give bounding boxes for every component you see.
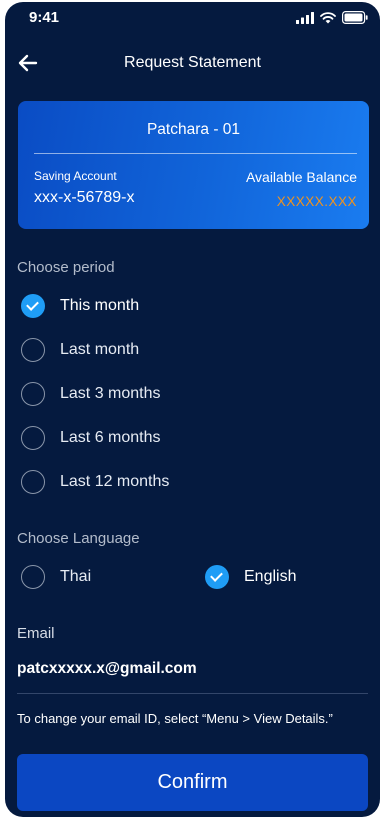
- language-option-label: Thai: [60, 568, 92, 585]
- period-option-last-6-months[interactable]: Last 6 months: [21, 424, 161, 452]
- language-option-english[interactable]: English: [205, 563, 296, 591]
- battery-icon: [342, 11, 368, 24]
- period-option-label: Last month: [60, 341, 140, 358]
- balance-label: Available Balance: [245, 169, 357, 185]
- period-option-label: Last 6 months: [60, 429, 161, 446]
- period-option-last-12-months[interactable]: Last 12 months: [21, 468, 169, 496]
- email-divider: [17, 693, 368, 694]
- page-title: Request Statement: [124, 54, 261, 71]
- period-option-label: This month: [60, 297, 140, 314]
- radio-icon[interactable]: [21, 470, 45, 494]
- account-name: Patchara - 01: [146, 121, 241, 138]
- account-type: Saving Account: [34, 169, 117, 183]
- status-bar: 9:41: [5, 2, 380, 32]
- radio-icon[interactable]: [21, 426, 45, 450]
- email-change-note: To change your email ID, select “Menu > …: [17, 711, 333, 726]
- phone-screen: 9:41 Request Statement Patchara - 01 Sav…: [5, 2, 380, 817]
- header: Request Statement: [5, 44, 380, 84]
- period-label: Choose period: [17, 259, 115, 276]
- period-option-last-3-months[interactable]: Last 3 months: [21, 380, 161, 408]
- status-time: 9:41: [29, 9, 60, 26]
- language-label: Choose Language: [17, 530, 140, 547]
- status-icons: [296, 11, 368, 24]
- language-option-thai[interactable]: Thai: [21, 563, 91, 591]
- radio-icon[interactable]: [21, 338, 45, 362]
- card-divider: [34, 153, 357, 154]
- check-icon[interactable]: [205, 565, 229, 589]
- period-option-label: Last 3 months: [60, 385, 161, 402]
- email-label: Email: [17, 625, 55, 642]
- account-card: Patchara - 01 Saving Account xxx-x-56789…: [18, 101, 369, 229]
- period-option-last-month[interactable]: Last month: [21, 336, 139, 364]
- wifi-icon: [320, 11, 336, 23]
- check-icon[interactable]: [21, 294, 45, 318]
- language-option-label: English: [244, 568, 297, 585]
- period-option-this-month[interactable]: This month: [21, 292, 139, 320]
- period-option-label: Last 12 months: [60, 473, 170, 490]
- account-number: xxx-x-56789-x: [34, 189, 135, 206]
- email-value: patcxxxxx.x@gmail.com: [17, 660, 197, 677]
- radio-icon[interactable]: [21, 382, 45, 406]
- signal-icon: [296, 11, 314, 24]
- radio-icon[interactable]: [21, 565, 45, 589]
- confirm-button[interactable]: Confirm: [17, 754, 368, 811]
- balance-value: XXXXX.XXX: [276, 194, 357, 209]
